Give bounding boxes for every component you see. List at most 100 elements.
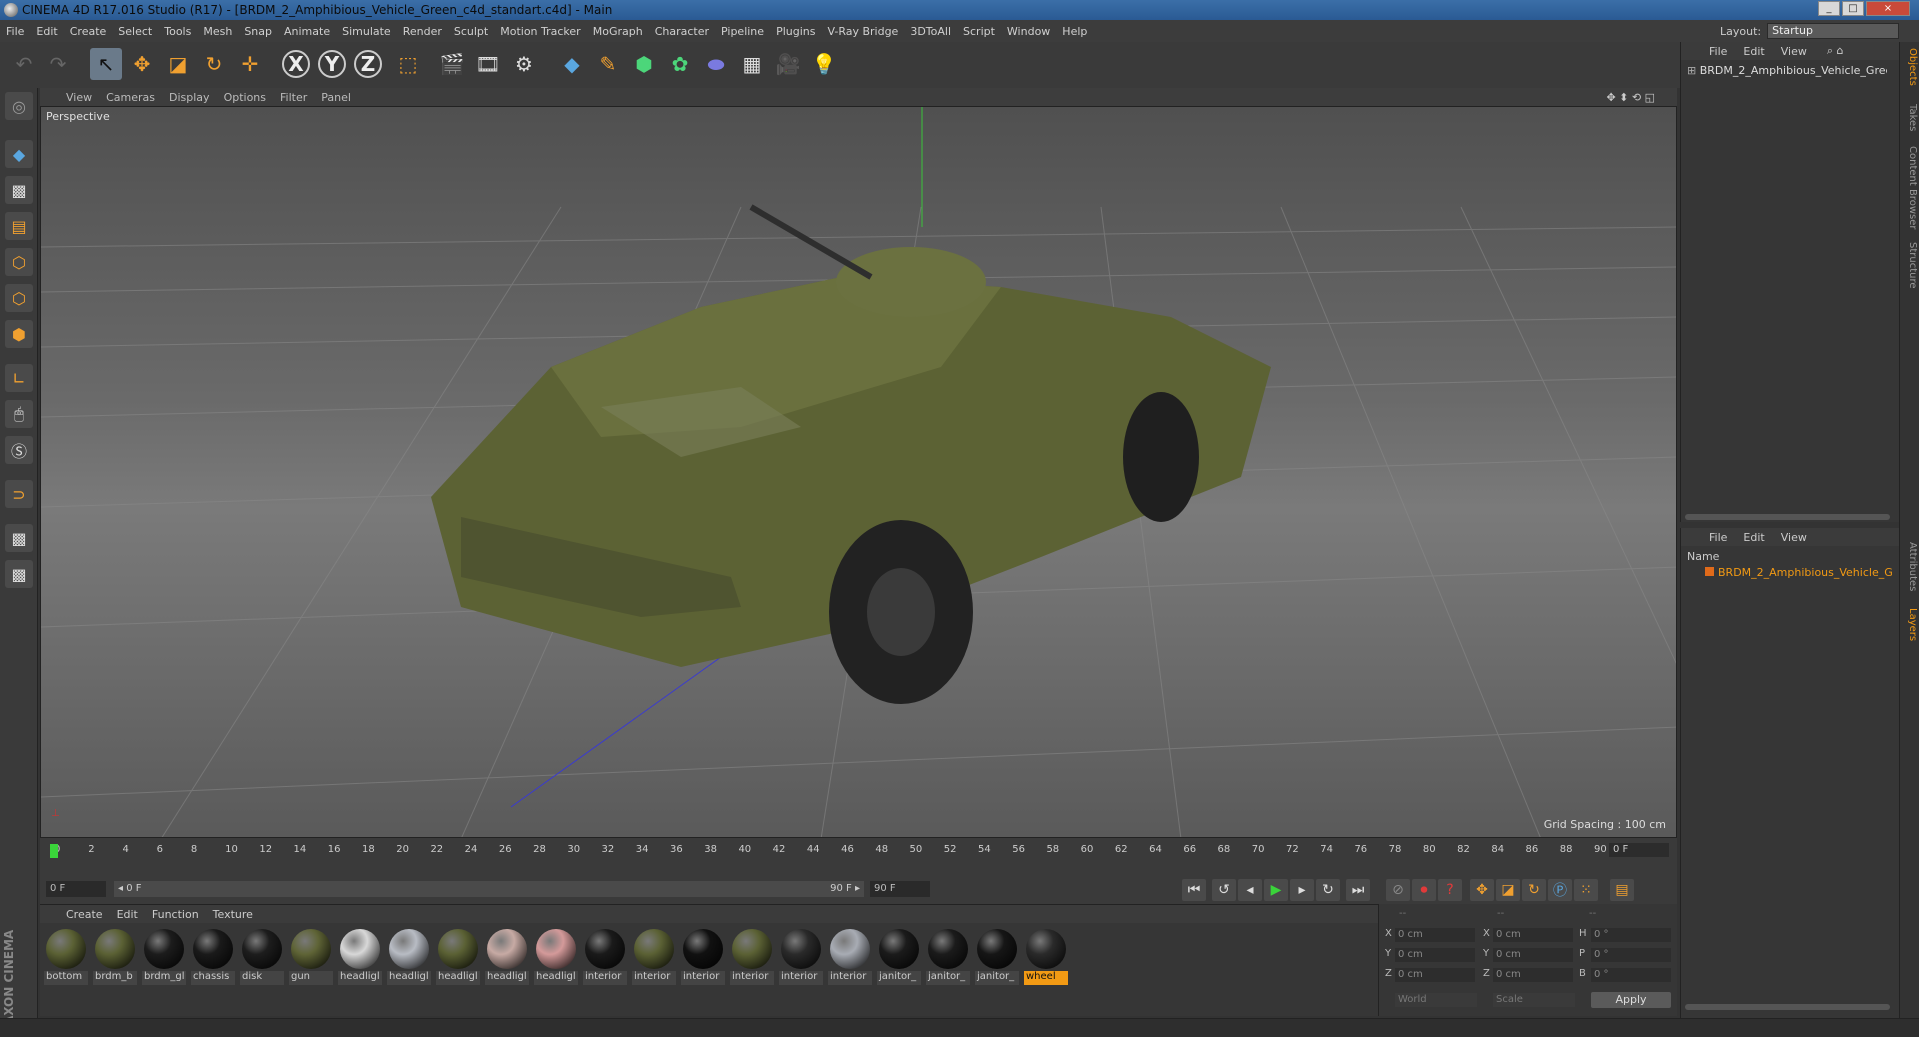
light-icon[interactable]: 💡 <box>808 48 840 80</box>
minimize-button[interactable]: _ <box>1818 1 1840 16</box>
menu-plugins[interactable]: Plugins <box>776 25 815 38</box>
object-row[interactable]: ⊞ BRDM_2_Amphibious_Vehicle_Gree <box>1687 64 1887 78</box>
timeline-ruler[interactable]: 0246810121416182022242628303234363840424… <box>40 838 1677 876</box>
om-menu-view[interactable]: View <box>1781 45 1807 58</box>
go-to-end-icon[interactable]: ⏭ <box>1346 879 1370 901</box>
floor-icon[interactable]: ▦ <box>736 48 768 80</box>
mat-menu-texture[interactable]: Texture <box>213 908 253 921</box>
playhead-marker[interactable] <box>50 844 58 858</box>
om-search-icon[interactable]: ⌕ ⌂ <box>1827 44 1844 58</box>
close-button[interactable]: × <box>1866 1 1910 16</box>
material-item[interactable]: interior <box>583 927 627 987</box>
tab-attributes[interactable]: Attributes <box>1902 542 1918 591</box>
om-menu-edit[interactable]: Edit <box>1743 45 1764 58</box>
menu-snap[interactable]: Snap <box>244 25 272 38</box>
snap-icon[interactable]: Ⓢ <box>5 436 33 464</box>
key-rotation-icon[interactable]: ↻ <box>1522 879 1546 901</box>
apply-button[interactable]: Apply <box>1591 992 1671 1008</box>
material-item[interactable]: interior <box>779 927 823 987</box>
vp-menu-cameras[interactable]: Cameras <box>106 91 155 104</box>
previous-key-icon[interactable]: ↺ <box>1212 879 1236 901</box>
polygons-mode-icon[interactable]: ⬢ <box>5 320 33 348</box>
menu-simulate[interactable]: Simulate <box>342 25 391 38</box>
mat-menu-create[interactable]: Create <box>66 908 103 921</box>
end-frame-field[interactable]: 90 F <box>870 881 930 897</box>
coord-system-dropdown[interactable]: World <box>1395 993 1477 1007</box>
menu-file[interactable]: File <box>6 25 24 38</box>
previous-frame-icon[interactable]: ◂ <box>1238 879 1262 901</box>
menu-sculpt[interactable]: Sculpt <box>454 25 488 38</box>
viewport-perspective[interactable]: Perspective Grid Spacing : 100 cm ⊥ <box>40 106 1677 838</box>
om-horizontal-scrollbar[interactable] <box>1685 514 1890 520</box>
menu-edit[interactable]: Edit <box>36 25 57 38</box>
coord-size-z-field[interactable]: 0 cm <box>1493 968 1573 982</box>
last-tool-icon[interactable]: ✛ <box>234 48 266 80</box>
material-item[interactable]: gun <box>289 927 333 987</box>
material-item[interactable]: bottom <box>44 927 88 987</box>
tab-objects[interactable]: Objects <box>1902 48 1918 86</box>
material-item[interactable]: janitor_ <box>877 927 921 987</box>
key-pla-icon[interactable]: ⁙ <box>1574 879 1598 901</box>
frame-ruler[interactable]: 0246810121416182022242628303234363840424… <box>48 842 1608 860</box>
vp-menu-panel[interactable]: Panel <box>321 91 351 104</box>
maximize-button[interactable]: □ <box>1842 1 1864 16</box>
coord-size-x-field[interactable]: 0 cm <box>1493 928 1573 942</box>
tweak-mode-icon[interactable]: 🖱 <box>5 400 33 428</box>
menu-mograph[interactable]: MoGraph <box>593 25 643 38</box>
menu-animate[interactable]: Animate <box>284 25 330 38</box>
menu-render[interactable]: Render <box>403 25 442 38</box>
om-menu-file[interactable]: File <box>1709 45 1727 58</box>
material-item[interactable]: interior <box>828 927 872 987</box>
key-position-icon[interactable]: ✥ <box>1470 879 1494 901</box>
coord-pos-z-field[interactable]: 0 cm <box>1395 968 1475 982</box>
render-picture-viewer-icon[interactable]: 🎞 <box>472 48 504 80</box>
material-item[interactable]: janitor_ <box>926 927 970 987</box>
model-mode-icon[interactable]: ◆ <box>5 140 33 168</box>
make-editable-icon[interactable]: ◎ <box>5 92 33 120</box>
material-item[interactable]: headligl <box>338 927 382 987</box>
points-mode-icon[interactable]: ⬡ <box>5 248 33 276</box>
material-item[interactable]: disk <box>240 927 284 987</box>
lm-menu-view[interactable]: View <box>1781 531 1807 544</box>
layout-dropdown[interactable]: Startup <box>1767 23 1900 39</box>
x-axis-lock-button[interactable]: X <box>282 50 310 78</box>
size-mode-dropdown[interactable]: Scale <box>1493 993 1575 1007</box>
tab-content-browser[interactable]: Content Browser <box>1902 146 1918 229</box>
lm-horizontal-scrollbar[interactable] <box>1685 1004 1890 1010</box>
workplane-lock-icon[interactable]: ▩ <box>5 524 33 552</box>
material-item[interactable]: interior <box>632 927 676 987</box>
undo-icon[interactable]: ↶ <box>8 48 40 80</box>
scale-tool-icon[interactable]: ◪ <box>162 48 194 80</box>
material-item[interactable]: headligl <box>485 927 529 987</box>
cube-object-icon[interactable]: ◆ <box>556 48 588 80</box>
menu-tools[interactable]: Tools <box>164 25 191 38</box>
go-to-start-icon[interactable]: ⏮ <box>1182 879 1206 901</box>
lm-menu-edit[interactable]: Edit <box>1743 531 1764 544</box>
y-axis-lock-button[interactable]: Y <box>318 50 346 78</box>
vp-menu-filter[interactable]: Filter <box>280 91 307 104</box>
material-item[interactable]: interior <box>681 927 725 987</box>
axis-mode-icon[interactable]: ∟ <box>5 364 33 392</box>
coordinate-system-icon[interactable]: ⬚ <box>392 48 424 80</box>
rotate-tool-icon[interactable]: ↻ <box>198 48 230 80</box>
mat-menu-function[interactable]: Function <box>152 908 199 921</box>
deformer-icon[interactable]: ⬬ <box>700 48 732 80</box>
menu-character[interactable]: Character <box>655 25 709 38</box>
menu-vray-bridge[interactable]: V-Ray Bridge <box>827 25 898 38</box>
tab-structure[interactable]: Structure <box>1902 242 1918 289</box>
edges-mode-icon[interactable]: ⬡ <box>5 284 33 312</box>
material-item[interactable]: janitor_ <box>975 927 1019 987</box>
key-scale-icon[interactable]: ◪ <box>1496 879 1520 901</box>
autokey-icon[interactable]: ⏺ <box>1412 879 1436 901</box>
selection-tool-icon[interactable]: ↖ <box>90 48 122 80</box>
coord-size-y-field[interactable]: 0 cm <box>1493 948 1573 962</box>
current-frame-field[interactable]: 0 F <box>1609 843 1669 857</box>
render-view-icon[interactable]: 🎬 <box>436 48 468 80</box>
redo-icon[interactable]: ↷ <box>42 48 74 80</box>
mat-menu-edit[interactable]: Edit <box>117 908 138 921</box>
subdivision-surface-icon[interactable]: ⬢ <box>628 48 660 80</box>
texture-mode-icon[interactable]: ▩ <box>5 176 33 204</box>
menu-script[interactable]: Script <box>963 25 995 38</box>
keyframe-selection-icon[interactable]: ? <box>1438 879 1462 901</box>
preview-range-end[interactable]: 90 F ▸ <box>554 881 864 897</box>
